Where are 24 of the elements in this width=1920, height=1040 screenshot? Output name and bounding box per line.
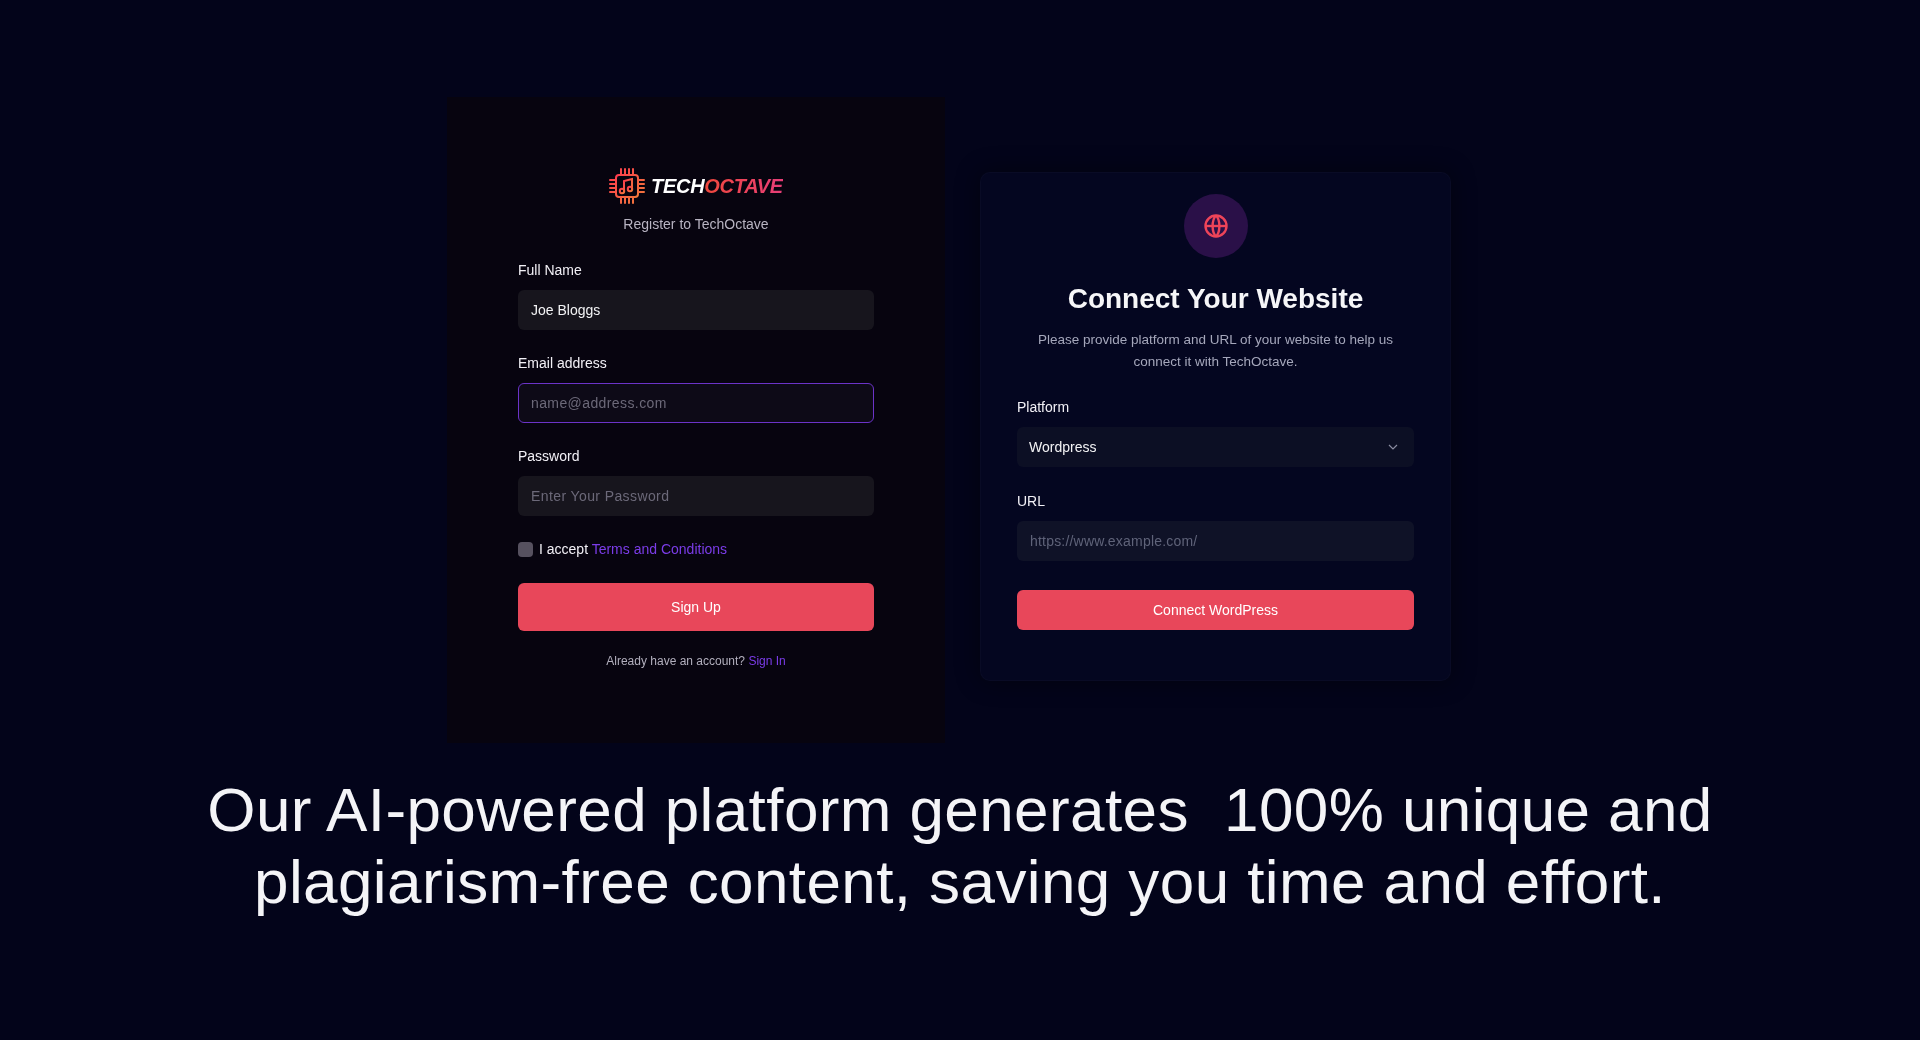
text-field[interactable]: Enter Your Password	[518, 476, 874, 516]
sign-in-link[interactable]: Sign In	[748, 654, 786, 668]
chip-music-note-icon	[609, 168, 646, 204]
platform-select[interactable]: Wordpress	[1017, 426, 1414, 467]
field-label: Platform	[1017, 397, 1070, 416]
globe-icon	[1183, 193, 1248, 258]
field-label: URL	[1017, 491, 1045, 510]
terms-link[interactable]: Terms and Conditions	[591, 541, 728, 557]
terms-label: I accept Terms and Conditions	[539, 541, 728, 557]
connect-wordpress-button[interactable]: Connect WordPress	[1017, 589, 1414, 630]
terms-checkbox[interactable]	[518, 541, 533, 557]
text-field[interactable]: name@address.com	[518, 383, 874, 423]
headline-text: Our AI-powered platform generates 100% unique and plagiarism-free content, saving you time and effort.	[206, 774, 1714, 918]
sign-up-button[interactable]: Sign Up	[518, 583, 874, 631]
card-title: Connect Your Website	[1067, 281, 1364, 316]
chevron-down-icon	[1388, 443, 1398, 450]
field-label: Full Name	[518, 261, 582, 279]
sign-in-prompt: Already have an account? Sign In	[606, 653, 786, 669]
field-label: Password	[518, 447, 580, 465]
field-label: Email address	[518, 354, 607, 372]
form-subtitle: Register to TechOctave	[623, 215, 769, 233]
card-description: Please provide platform and URL of your website to help us connect it with TechOctave.	[1036, 330, 1395, 371]
text-field[interactable]: Joe Bloggs	[518, 290, 874, 330]
url-field[interactable]: https://www.example.com/	[1017, 520, 1414, 561]
